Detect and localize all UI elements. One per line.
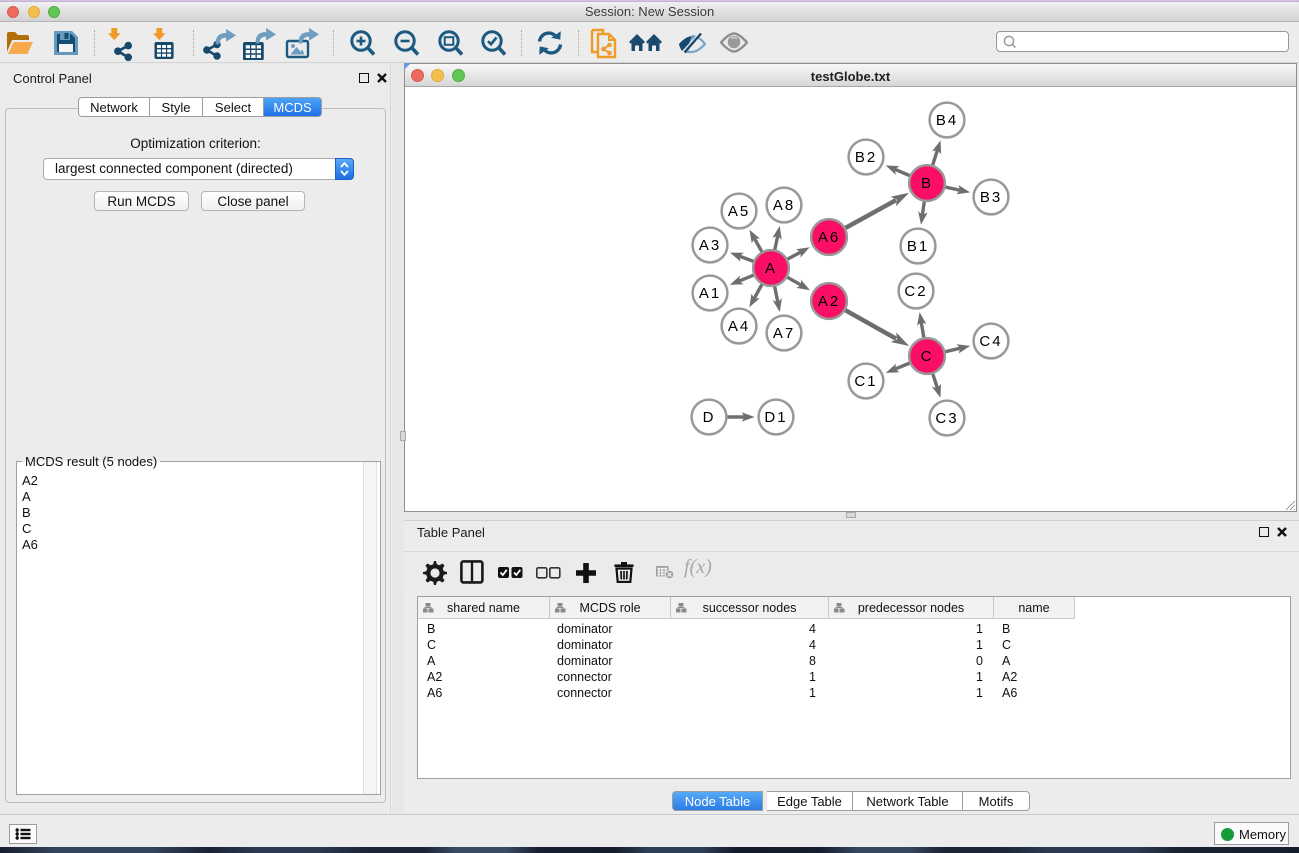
svg-text:C4: C4 bbox=[979, 333, 1002, 350]
svg-text:B1: B1 bbox=[907, 238, 929, 255]
svg-text:A3: A3 bbox=[699, 237, 721, 254]
svg-text:B3: B3 bbox=[980, 189, 1002, 206]
svg-text:A2: A2 bbox=[818, 293, 840, 310]
svg-text:D1: D1 bbox=[764, 409, 787, 426]
svg-text:C3: C3 bbox=[935, 410, 958, 427]
svg-text:B4: B4 bbox=[936, 112, 958, 129]
svg-text:A6: A6 bbox=[818, 229, 840, 246]
svg-text:C: C bbox=[921, 348, 934, 365]
svg-text:C2: C2 bbox=[904, 283, 927, 300]
svg-text:A5: A5 bbox=[728, 203, 750, 220]
svg-text:A: A bbox=[765, 260, 777, 277]
svg-text:A7: A7 bbox=[773, 325, 795, 342]
svg-text:A1: A1 bbox=[699, 285, 721, 302]
svg-text:A4: A4 bbox=[728, 318, 750, 335]
svg-text:A8: A8 bbox=[773, 197, 795, 214]
svg-text:B2: B2 bbox=[855, 149, 877, 166]
svg-text:B: B bbox=[921, 175, 933, 192]
svg-text:C1: C1 bbox=[854, 373, 877, 390]
svg-text:D: D bbox=[703, 409, 716, 426]
